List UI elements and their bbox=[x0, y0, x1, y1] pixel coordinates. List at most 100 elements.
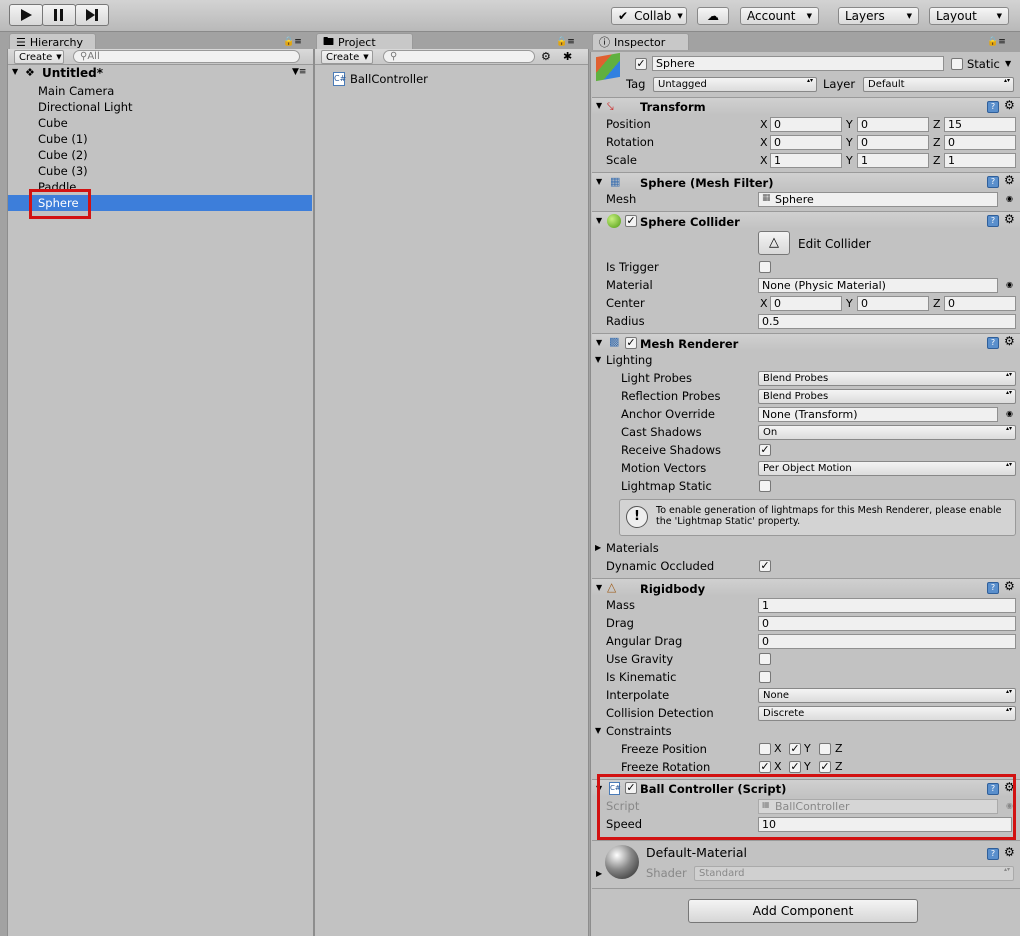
cast-shadows-dropdown[interactable]: On bbox=[758, 425, 1016, 440]
object-name-field[interactable]: Sphere bbox=[652, 56, 944, 71]
hierarchy-search-input[interactable]: ⚲All bbox=[73, 50, 300, 63]
position-x-field[interactable]: 0 bbox=[770, 117, 842, 132]
mass-field[interactable]: 1 bbox=[758, 598, 1016, 613]
step-button[interactable] bbox=[75, 4, 109, 26]
position-y-field[interactable]: 0 bbox=[857, 117, 929, 132]
help-icon[interactable]: ? bbox=[987, 337, 999, 349]
foldout-arrow-right-icon[interactable]: ▶ bbox=[596, 869, 602, 878]
center-z-field[interactable]: 0 bbox=[944, 296, 1016, 311]
filter-type-icon[interactable]: ⚙ bbox=[541, 50, 551, 63]
lock-icon[interactable]: 🔒≡ bbox=[283, 37, 302, 47]
constraints-label[interactable]: Constraints bbox=[606, 722, 672, 740]
static-checkbox[interactable] bbox=[951, 58, 963, 70]
foldout-arrow-icon[interactable]: ▼ bbox=[596, 338, 602, 347]
hierarchy-item[interactable]: Cube (1) bbox=[38, 131, 88, 147]
position-z-field[interactable]: 15 bbox=[944, 117, 1016, 132]
freeze-pos-y-checkbox[interactable]: ✓ bbox=[789, 743, 801, 755]
mesh-field[interactable]: Sphere bbox=[758, 192, 998, 207]
tag-dropdown[interactable]: Untagged bbox=[653, 77, 817, 92]
foldout-arrow-icon[interactable]: ▼ bbox=[596, 583, 602, 592]
foldout-arrow-icon[interactable]: ▼ bbox=[596, 177, 602, 186]
scale-z-field[interactable]: 1 bbox=[944, 153, 1016, 168]
hierarchy-item[interactable]: Directional Light bbox=[38, 99, 133, 115]
object-picker-icon[interactable]: ◉ bbox=[1006, 194, 1013, 203]
hierarchy-item[interactable]: Main Camera bbox=[38, 83, 114, 99]
layer-dropdown[interactable]: Default bbox=[863, 77, 1014, 92]
account-dropdown[interactable]: Account ▼ bbox=[740, 7, 819, 25]
layout-dropdown[interactable]: Layout ▼ bbox=[929, 7, 1009, 25]
lightmap-static-checkbox[interactable] bbox=[759, 480, 771, 492]
freeze-rot-z-checkbox[interactable]: ✓ bbox=[819, 761, 831, 773]
angular-drag-field[interactable]: 0 bbox=[758, 634, 1016, 649]
freeze-pos-x-checkbox[interactable] bbox=[759, 743, 771, 755]
scale-x-field[interactable]: 1 bbox=[770, 153, 842, 168]
receive-shadows-checkbox[interactable]: ✓ bbox=[759, 444, 771, 456]
tab-project[interactable]: 🖿 Project bbox=[316, 33, 413, 50]
cloud-button[interactable]: ☁ bbox=[697, 7, 729, 25]
collider-enabled-checkbox[interactable]: ✓ bbox=[625, 215, 637, 227]
dynamic-occluded-checkbox[interactable]: ✓ bbox=[759, 560, 771, 572]
anchor-override-field[interactable]: None (Transform) bbox=[758, 407, 998, 422]
reflection-probes-dropdown[interactable]: Blend Probes bbox=[758, 389, 1016, 404]
is-kinematic-checkbox[interactable] bbox=[759, 671, 771, 683]
lighting-label[interactable]: Lighting bbox=[606, 351, 652, 369]
foldout-arrow-icon[interactable]: ▼ bbox=[595, 355, 601, 364]
freeze-rot-y-checkbox[interactable]: ✓ bbox=[789, 761, 801, 773]
interpolate-dropdown[interactable]: None bbox=[758, 688, 1016, 703]
object-picker-icon[interactable]: ◉ bbox=[1006, 409, 1013, 418]
shader-dropdown[interactable]: Standard bbox=[694, 866, 1014, 881]
renderer-enabled-checkbox[interactable]: ✓ bbox=[625, 337, 637, 349]
center-x-field[interactable]: 0 bbox=[770, 296, 842, 311]
gear-icon[interactable]: ⚙ bbox=[1004, 334, 1015, 348]
add-component-button[interactable]: Add Component bbox=[688, 899, 918, 923]
hierarchy-item[interactable]: Cube (2) bbox=[38, 147, 88, 163]
gear-icon[interactable]: ⚙ bbox=[1004, 579, 1015, 593]
expand-arrow-icon[interactable]: ▼ bbox=[12, 67, 18, 76]
materials-label[interactable]: Materials bbox=[606, 539, 659, 557]
project-search-input[interactable]: ⚲ bbox=[383, 50, 535, 63]
collab-button[interactable]: ✔ Collab ▼ bbox=[611, 7, 687, 25]
help-icon[interactable]: ? bbox=[987, 848, 999, 860]
label-tag-icon[interactable]: ✱ bbox=[563, 50, 572, 63]
layers-dropdown[interactable]: Layers ▼ bbox=[838, 7, 919, 25]
radius-field[interactable]: 0.5 bbox=[758, 314, 1016, 329]
help-icon[interactable]: ? bbox=[987, 176, 999, 188]
hierarchy-item[interactable]: Cube (3) bbox=[38, 163, 88, 179]
play-button[interactable] bbox=[9, 4, 43, 26]
help-icon[interactable]: ? bbox=[987, 101, 999, 113]
scene-name[interactable]: Untitled* bbox=[42, 66, 103, 80]
asset-ballcontroller[interactable]: BallController bbox=[350, 72, 428, 86]
scale-y-field[interactable]: 1 bbox=[857, 153, 929, 168]
pause-button[interactable] bbox=[42, 4, 76, 26]
project-create-dropdown[interactable]: Create ▼ bbox=[321, 50, 373, 64]
lock-icon[interactable]: 🔒≡ bbox=[556, 37, 575, 47]
tab-hierarchy[interactable]: ☰ Hierarchy bbox=[9, 33, 96, 50]
gear-icon[interactable]: ⚙ bbox=[1004, 173, 1015, 187]
foldout-arrow-icon[interactable]: ▼ bbox=[596, 101, 602, 110]
foldout-arrow-right-icon[interactable]: ▶ bbox=[595, 543, 601, 552]
gear-icon[interactable]: ⚙ bbox=[1004, 98, 1015, 112]
freeze-pos-z-checkbox[interactable] bbox=[819, 743, 831, 755]
lock-icon[interactable]: 🔒≡ bbox=[987, 37, 1006, 47]
gear-icon[interactable]: ⚙ bbox=[1004, 212, 1015, 226]
gear-icon[interactable]: ⚙ bbox=[1004, 845, 1015, 859]
center-y-field[interactable]: 0 bbox=[857, 296, 929, 311]
drag-field[interactable]: 0 bbox=[758, 616, 1016, 631]
light-probes-dropdown[interactable]: Blend Probes bbox=[758, 371, 1016, 386]
use-gravity-checkbox[interactable] bbox=[759, 653, 771, 665]
hierarchy-create-dropdown[interactable]: Create ▼ bbox=[14, 50, 64, 64]
active-checkbox[interactable]: ✓ bbox=[635, 58, 647, 70]
static-dropdown-icon[interactable]: ▼ bbox=[1005, 59, 1011, 68]
foldout-arrow-icon[interactable]: ▼ bbox=[595, 726, 601, 735]
scene-menu-icon[interactable]: ▼≡ bbox=[292, 67, 306, 77]
hierarchy-item[interactable]: Cube bbox=[38, 115, 68, 131]
freeze-rot-x-checkbox[interactable]: ✓ bbox=[759, 761, 771, 773]
rotation-y-field[interactable]: 0 bbox=[857, 135, 929, 150]
motion-vectors-dropdown[interactable]: Per Object Motion bbox=[758, 461, 1016, 476]
object-picker-icon[interactable]: ◉ bbox=[1006, 280, 1013, 289]
foldout-arrow-icon[interactable]: ▼ bbox=[596, 216, 602, 225]
is-trigger-checkbox[interactable] bbox=[759, 261, 771, 273]
collision-detection-dropdown[interactable]: Discrete bbox=[758, 706, 1016, 721]
rotation-z-field[interactable]: 0 bbox=[944, 135, 1016, 150]
physic-material-field[interactable]: None (Physic Material) bbox=[758, 278, 998, 293]
